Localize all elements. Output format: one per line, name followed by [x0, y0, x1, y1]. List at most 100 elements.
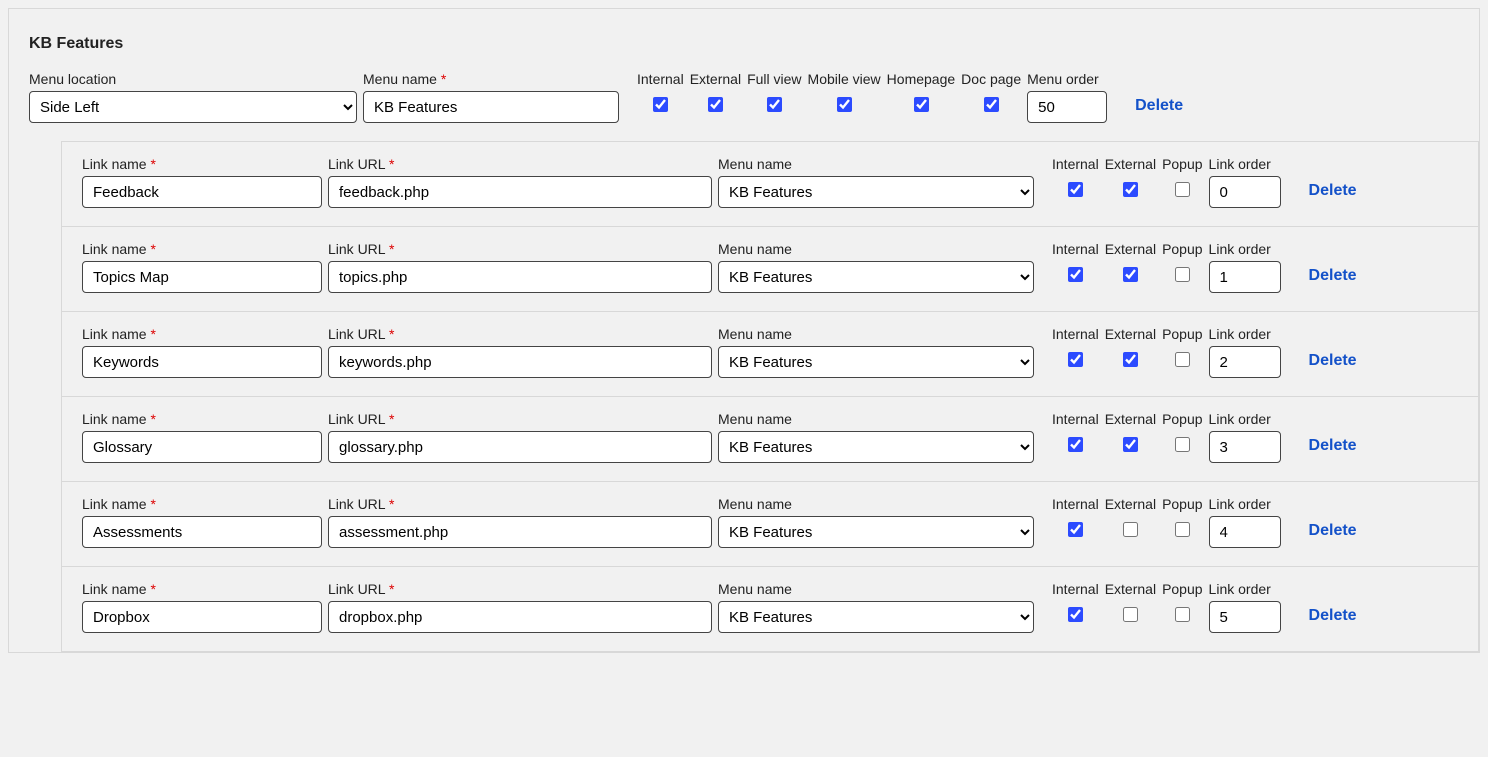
link-name-field: Link name *	[82, 496, 322, 548]
menu-internal-checkbox[interactable]	[653, 97, 668, 112]
link-external-checkbox[interactable]	[1123, 267, 1138, 282]
link-name-input[interactable]	[82, 261, 322, 293]
link-name-input[interactable]	[82, 346, 322, 378]
menu-fullview-col: Full view	[747, 71, 801, 115]
link-url-label: Link URL *	[328, 496, 712, 512]
link-name-field: Link name *	[82, 326, 322, 378]
menu-fullview-checkbox[interactable]	[767, 97, 782, 112]
link-name-input[interactable]	[82, 176, 322, 208]
link-popup-checkbox[interactable]	[1175, 182, 1190, 197]
link-external-label: External	[1105, 581, 1156, 597]
link-url-input[interactable]	[328, 346, 712, 378]
link-internal-checkbox[interactable]	[1068, 607, 1083, 622]
link-url-input[interactable]	[328, 261, 712, 293]
link-order-input[interactable]	[1209, 431, 1281, 463]
link-external-checkbox[interactable]	[1123, 352, 1138, 367]
link-internal-checkbox[interactable]	[1068, 522, 1083, 537]
menu-delete-link[interactable]: Delete	[1135, 97, 1183, 115]
link-menu-select[interactable]: KB Features	[718, 346, 1034, 378]
link-name-label: Link name *	[82, 241, 322, 257]
menu-location-label: Menu location	[29, 71, 357, 87]
link-popup-checkbox[interactable]	[1175, 522, 1190, 537]
link-order-input[interactable]	[1209, 346, 1281, 378]
link-menu-field: Menu name KB Features	[718, 581, 1034, 633]
link-popup-label: Popup	[1162, 241, 1202, 257]
link-url-input[interactable]	[328, 176, 712, 208]
link-rows-container: Link name *Link URL *Menu nameKB Feature…	[61, 141, 1479, 652]
menu-homepage-checkbox[interactable]	[914, 97, 929, 112]
link-internal-checkbox[interactable]	[1068, 182, 1083, 197]
menu-docpage-checkbox[interactable]	[984, 97, 999, 112]
link-name-input[interactable]	[82, 601, 322, 633]
link-external-checkbox[interactable]	[1123, 522, 1138, 537]
link-menu-select[interactable]: KB Features	[718, 601, 1034, 633]
link-url-input[interactable]	[328, 516, 712, 548]
link-internal-checkbox[interactable]	[1068, 267, 1083, 282]
link-order-field: Link order	[1209, 241, 1281, 293]
link-delete-link[interactable]: Delete	[1309, 522, 1357, 540]
link-internal-col: Internal	[1052, 156, 1099, 200]
link-menu-field: Menu nameKB Features	[718, 411, 1034, 463]
link-name-input[interactable]	[82, 431, 322, 463]
link-external-checkbox[interactable]	[1123, 437, 1138, 452]
link-order-input[interactable]	[1209, 261, 1281, 293]
link-menu-select[interactable]: KB Features	[718, 261, 1034, 293]
link-external-checkbox[interactable]	[1123, 182, 1138, 197]
menu-docpage-col: Doc page	[961, 71, 1021, 115]
link-url-field: Link URL *	[328, 241, 712, 293]
menu-location-select[interactable]: Side Left	[29, 91, 357, 123]
link-internal-label: Internal	[1052, 156, 1099, 172]
link-url-label: Link URL *	[328, 411, 712, 427]
link-popup-checkbox[interactable]	[1175, 437, 1190, 452]
menu-external-checkbox[interactable]	[708, 97, 723, 112]
link-internal-checkbox[interactable]	[1068, 352, 1083, 367]
link-url-field: Link URL *	[328, 496, 712, 548]
link-order-label: Link order	[1209, 156, 1281, 172]
link-menu-label: Menu name	[718, 496, 1034, 512]
link-external-checkbox[interactable]	[1123, 607, 1138, 622]
link-url-label: Link URL *	[328, 156, 712, 172]
link-delete-link[interactable]: Delete	[1309, 607, 1357, 625]
panel-header: KB Features Menu location Side Left Menu…	[9, 9, 1479, 141]
link-name-field: Link name *	[82, 241, 322, 293]
link-delete-link[interactable]: Delete	[1309, 437, 1357, 455]
link-popup-checkbox[interactable]	[1175, 352, 1190, 367]
link-menu-field: Menu name KB Features	[718, 496, 1034, 548]
link-popup-checkbox[interactable]	[1175, 607, 1190, 622]
link-menu-field: Menu nameKB Features	[718, 326, 1034, 378]
link-delete-link[interactable]: Delete	[1309, 182, 1357, 200]
link-external-col: External	[1105, 156, 1156, 200]
link-internal-checkbox[interactable]	[1068, 437, 1083, 452]
link-menu-label: Menu name	[718, 156, 1034, 172]
link-url-input[interactable]	[328, 431, 712, 463]
menu-order-input[interactable]	[1027, 91, 1107, 123]
link-external-col: External	[1105, 411, 1156, 455]
menu-name-input[interactable]	[363, 91, 619, 123]
link-menu-field: Menu name KB Features	[718, 156, 1034, 208]
link-url-field: Link URL *	[328, 581, 712, 633]
menu-location-field: Menu location Side Left	[29, 71, 357, 123]
link-name-label: Link name *	[82, 326, 322, 342]
link-internal-label: Internal	[1052, 326, 1099, 342]
link-menu-select[interactable]: KB Features	[718, 176, 1034, 208]
link-delete-link[interactable]: Delete	[1309, 352, 1357, 370]
menu-mobileview-checkbox[interactable]	[837, 97, 852, 112]
menu-order-field: Menu order	[1027, 71, 1107, 123]
link-order-input[interactable]	[1209, 516, 1281, 548]
link-order-input[interactable]	[1209, 176, 1281, 208]
link-url-input[interactable]	[328, 601, 712, 633]
link-popup-col: Popup	[1162, 156, 1202, 200]
link-row: Link name * Link URL * Menu name KB Feature…	[61, 481, 1479, 566]
link-menu-label: Menu name	[718, 581, 1034, 597]
link-row: Link name *Link URL *Menu nameKB Feature…	[61, 311, 1479, 396]
link-external-label: External	[1105, 156, 1156, 172]
link-delete-link[interactable]: Delete	[1309, 267, 1357, 285]
link-name-input[interactable]	[82, 516, 322, 548]
link-url-field: Link URL *	[328, 411, 712, 463]
link-menu-select[interactable]: KB Features	[718, 516, 1034, 548]
link-menu-select[interactable]: KB Features	[718, 431, 1034, 463]
link-order-input[interactable]	[1209, 601, 1281, 633]
link-popup-col: Popup	[1162, 241, 1202, 285]
link-popup-checkbox[interactable]	[1175, 267, 1190, 282]
menu-fullview-label: Full view	[747, 71, 801, 87]
